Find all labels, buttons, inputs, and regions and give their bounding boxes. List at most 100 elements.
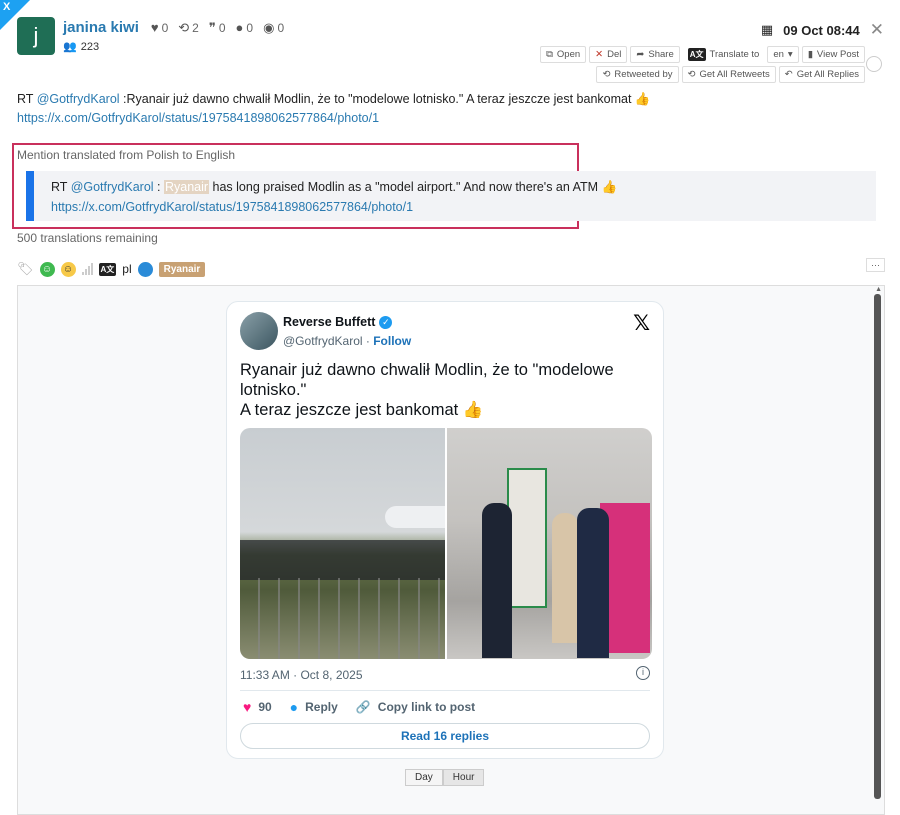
translation-colon: : (153, 180, 164, 194)
scrollbar[interactable] (874, 294, 881, 799)
like-button[interactable]: ♥ 90 (243, 699, 272, 715)
crowd-shape (240, 540, 445, 580)
translation-caption: Mention translated from Polish to Englis… (17, 148, 236, 162)
tweet-author[interactable]: Reverse Buffett ✓ (283, 315, 393, 329)
link-icon: 🔗 (355, 700, 371, 714)
image-icon[interactable] (137, 261, 153, 277)
date-row: ▦ 09 Oct 08:44 ✕ (761, 20, 884, 40)
photo-airport-crowd[interactable] (240, 428, 445, 659)
close-icon[interactable]: ✕ (870, 20, 884, 40)
author-name[interactable]: janina kiwi (63, 19, 139, 36)
translate-to-text: Translate to (709, 49, 760, 60)
translation-link[interactable]: https://x.com/GotfrydKarol/status/197584… (51, 200, 413, 214)
tweet-handle[interactable]: @GotfrydKarol (283, 334, 363, 348)
tweet-avatar[interactable] (240, 312, 278, 350)
x-logo-icon[interactable]: 𝕏 (633, 311, 650, 336)
tweet-actions: ♥ 90 ● Reply 🔗 Copy link to post (243, 699, 475, 715)
select-circle[interactable] (866, 56, 882, 72)
like-count: 90 (258, 700, 272, 714)
signal-bars-icon (81, 263, 93, 275)
retweet-icon: ⟲ (178, 19, 190, 35)
delete-button[interactable]: ✕ Del (589, 46, 628, 63)
likes-stat: ♥ 0 (151, 20, 168, 35)
comment-icon: ● (289, 699, 299, 715)
tweet-timestamp[interactable]: 11:33 AM · Oct 8, 2025 (240, 668, 363, 682)
emoji-smile-icon[interactable]: ☺ (60, 261, 76, 277)
retweets-stat: ⟲ 2 (178, 20, 199, 36)
x-logo-icon: X (3, 1, 11, 13)
translate-icon: A文 (687, 48, 706, 61)
retweeted-by-button[interactable]: ⟲ Retweeted by (596, 66, 679, 83)
plane-shape (385, 506, 445, 528)
caret-down-icon: ▾ (787, 49, 793, 60)
retweet-icon: ⟲ (687, 69, 696, 80)
views-stat: ◉ 0 (263, 20, 284, 36)
tweet-handle-row: @GotfrydKarol · Follow (283, 334, 411, 348)
info-icon[interactable]: i (636, 666, 650, 680)
retweets-count: 2 (192, 20, 199, 35)
translation-quote: RT @GotfrydKarol : Ryanair has long prai… (26, 171, 876, 221)
translation-prefix: RT (51, 180, 71, 194)
meta-row: 🏷 ☺ ☺ A文 pl Ryanair (17, 261, 206, 277)
toolbar-primary: ⧉ Open ✕ Del ➦ Share A文 Translate to en ▾ ▮ Vi… (540, 46, 865, 63)
author-row: janina kiwi ♥ 0 ⟲ 2 ❞ 0 ● 0 ◉ 0 (63, 19, 284, 36)
quotes-stat: ❞ 0 (209, 20, 226, 36)
tag-icon[interactable]: 🏷 (17, 261, 34, 277)
dot-separator: · (362, 334, 374, 348)
copy-link-button[interactable]: 🔗 Copy link to post (356, 700, 475, 714)
toolbar-secondary: ⟲ Retweeted by ⟲ Get All Retweets ↶ Get All… (596, 66, 865, 83)
share-label: Share (648, 49, 674, 60)
translations-remaining: 500 translations remaining (17, 231, 158, 245)
more-options-button[interactable]: ··· (866, 258, 885, 272)
followers: 👥 223 (63, 40, 100, 54)
person-shape (577, 508, 609, 658)
day-button[interactable]: Day (405, 769, 443, 786)
retweet-icon: ⟲ (602, 69, 611, 80)
post-text: RT @GotfrydKarol :Ryanair już dawno chwa… (17, 90, 817, 128)
language-select[interactable]: en ▾ (767, 46, 799, 63)
share-button[interactable]: ➦ Share (630, 46, 680, 63)
view-post-label: View Post (816, 49, 859, 60)
calendar-icon: ▦ (760, 22, 774, 37)
share-icon: ➦ (636, 49, 645, 60)
tweet-author-name: Reverse Buffett (283, 315, 376, 329)
post-body: :Ryanair już dawno chwalił Modlin, że to… (119, 92, 651, 106)
view-post-button[interactable]: ▮ View Post (801, 46, 865, 63)
language-code: pl (122, 262, 132, 276)
retweeted-by-label: Retweeted by (614, 69, 673, 80)
sentiment-positive-icon[interactable]: ☺ (39, 261, 55, 277)
copy-link-label: Copy link to post (377, 700, 476, 714)
fence-shape (240, 578, 445, 659)
post-date: 09 Oct 08:44 (783, 22, 860, 38)
reply-label: Reply (305, 700, 338, 714)
get-all-retweets-button[interactable]: ⟲ Get All Retweets (681, 66, 776, 83)
eye-icon: ◉ (263, 19, 275, 35)
translation-mention[interactable]: @GotfrydKarol (71, 180, 154, 194)
language-icon: A文 (98, 262, 117, 276)
post-link[interactable]: https://x.com/GotfrydKarol/status/197584… (17, 111, 379, 125)
delete-icon: ✕ (595, 49, 604, 60)
quotes-count: 0 (218, 20, 226, 35)
open-button[interactable]: ⧉ Open (540, 46, 587, 63)
delete-label: Del (607, 49, 622, 60)
highlighted-keyword: Ryanair (163, 180, 210, 194)
tweet-embed-frame: ▲ Reverse Buffett ✓ @GotfrydKarol · Follo… (17, 285, 885, 815)
comment-icon: ● (235, 20, 244, 35)
follow-button[interactable]: Follow (373, 334, 411, 348)
reply-icon: ↶ (784, 69, 793, 80)
hour-button[interactable]: Hour (442, 769, 485, 786)
avatar[interactable]: j (17, 17, 55, 55)
scroll-up-icon[interactable]: ▲ (875, 286, 882, 293)
language-value: en (773, 49, 784, 60)
heart-icon: ♥ (150, 20, 159, 35)
reply-button[interactable]: ● Reply (290, 699, 338, 715)
photo-atm-people[interactable] (447, 428, 652, 659)
read-replies-button[interactable]: Read 16 replies (240, 723, 650, 749)
get-all-retweets-label: Get All Retweets (699, 69, 770, 80)
topic-tag[interactable]: Ryanair (158, 261, 206, 277)
post-mention[interactable]: @GotfrydKarol (37, 92, 120, 106)
translation-body: has long praised Modlin as a "model airp… (209, 180, 618, 194)
get-all-replies-button[interactable]: ↶ Get All Replies (778, 66, 865, 83)
followers-count: 223 (80, 40, 100, 53)
replies-count: 0 (246, 20, 254, 35)
